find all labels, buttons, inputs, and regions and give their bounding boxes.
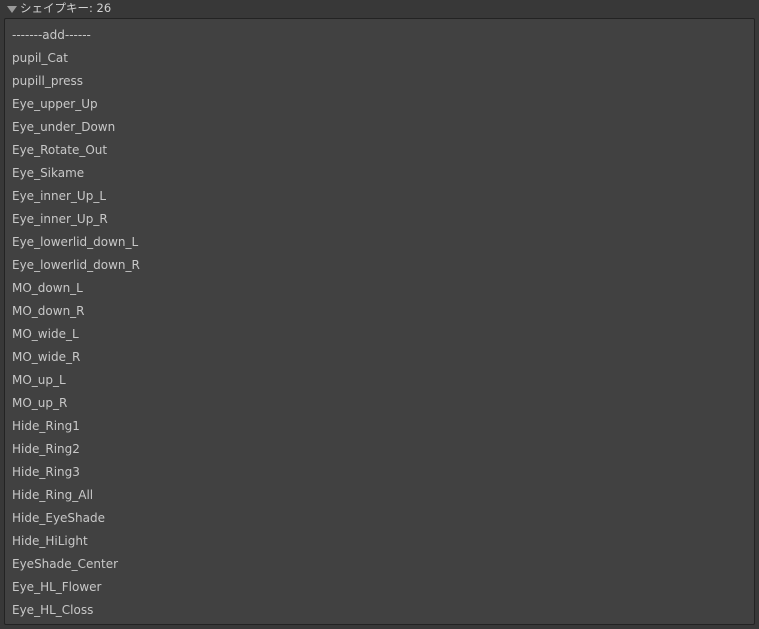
shape-key-item[interactable]: Eye_HL_Flower <box>5 576 754 599</box>
shape-key-item[interactable]: Eye_under_Down <box>5 116 754 139</box>
shape-key-item[interactable]: Hide_Ring1 <box>5 415 754 438</box>
shape-key-item[interactable]: Eye_lowerlid_down_R <box>5 254 754 277</box>
shape-key-item[interactable]: EyeShade_Center <box>5 553 754 576</box>
inspector-root: シェイプキー: 26 -------add------ pupil_Cat pupi… <box>0 0 759 629</box>
shape-key-item[interactable]: Eye_lowerlid_down_L <box>5 231 754 254</box>
shape-key-item[interactable]: MO_down_L <box>5 277 754 300</box>
shape-key-item[interactable]: Hide_Ring3 <box>5 461 754 484</box>
shape-key-item[interactable]: Eye_inner_Up_L <box>5 185 754 208</box>
shape-key-item[interactable]: MO_down_R <box>5 300 754 323</box>
shape-key-item[interactable]: Eye_Rotate_Out <box>5 139 754 162</box>
shape-key-item[interactable]: Eye_inner_Up_R <box>5 208 754 231</box>
shape-keys-list: -------add------ pupil_Cat pupill_press Eye… <box>5 19 754 622</box>
shape-key-item[interactable]: Hide_Ring2 <box>5 438 754 461</box>
foldout-arrow-down-icon[interactable] <box>7 5 17 13</box>
shape-key-item[interactable]: Hide_HiLight <box>5 530 754 553</box>
shape-keys-list-panel: -------add------ pupil_Cat pupill_press Eye… <box>4 18 755 625</box>
bottom-edge <box>0 625 759 629</box>
shape-key-item[interactable]: Eye_Sikame <box>5 162 754 185</box>
shape-key-item[interactable]: MO_up_R <box>5 392 754 415</box>
shape-key-item[interactable]: -------add------ <box>5 24 754 47</box>
shape-key-item[interactable]: Hide_EyeShade <box>5 507 754 530</box>
shape-key-item[interactable]: Eye_upper_Up <box>5 93 754 116</box>
shape-keys-foldout-label: シェイプキー: 26 <box>20 1 112 15</box>
shape-keys-foldout[interactable]: シェイプキー: 26 <box>0 0 111 17</box>
shape-key-item[interactable]: Hide_Ring_All <box>5 484 754 507</box>
shape-key-item[interactable]: MO_wide_L <box>5 323 754 346</box>
shape-key-item[interactable]: Eye_HL_Closs <box>5 599 754 622</box>
shape-key-item[interactable]: MO_wide_R <box>5 346 754 369</box>
shape-key-item[interactable]: pupill_press <box>5 70 754 93</box>
shape-key-item[interactable]: MO_up_L <box>5 369 754 392</box>
shape-key-item[interactable]: pupil_Cat <box>5 47 754 70</box>
